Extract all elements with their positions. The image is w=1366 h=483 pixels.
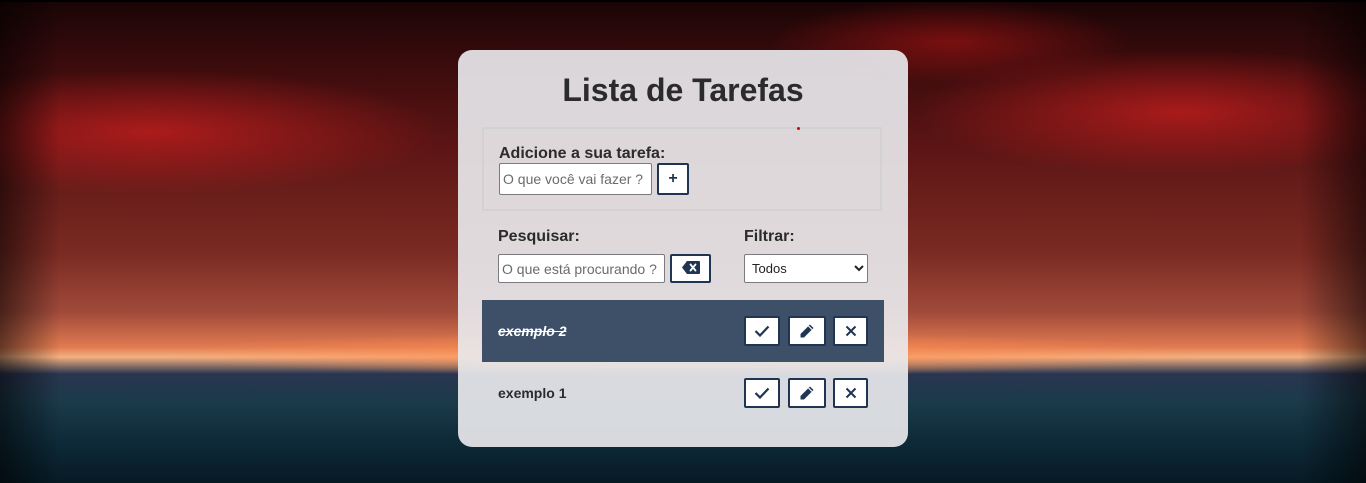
- add-todo-label: Adicione a sua tarefa:: [499, 145, 666, 162]
- finish-todo-button[interactable]: [744, 316, 780, 346]
- search-label: Pesquisar:: [498, 228, 580, 245]
- check-icon: [754, 387, 770, 399]
- todo-app-card: Lista de Tarefas Adicione a sua tarefa: …: [458, 50, 908, 447]
- close-icon: [845, 325, 857, 337]
- backspace-icon: [681, 260, 700, 277]
- check-icon: [754, 325, 770, 337]
- pencil-icon: [799, 323, 815, 339]
- todo-item: exemplo 1: [482, 362, 884, 424]
- edit-todo-button[interactable]: [788, 378, 826, 408]
- remove-todo-button[interactable]: [833, 316, 868, 346]
- pencil-icon: [799, 385, 815, 401]
- remove-todo-button[interactable]: [833, 378, 868, 408]
- todo-item: exemplo 2: [482, 300, 884, 362]
- filter-select[interactable]: Todos: [744, 254, 868, 283]
- filter-label: Filtrar:: [744, 228, 795, 245]
- add-todo-input[interactable]: [499, 163, 652, 195]
- edit-todo-button[interactable]: [788, 316, 826, 346]
- close-icon: [845, 387, 857, 399]
- red-dot: [797, 127, 800, 130]
- finish-todo-button[interactable]: [744, 378, 780, 408]
- clear-search-button[interactable]: [670, 254, 711, 283]
- page-title: Lista de Tarefas: [562, 72, 804, 108]
- add-todo-form: Adicione a sua tarefa: +: [482, 127, 882, 211]
- add-todo-button[interactable]: +: [657, 163, 689, 195]
- todo-text: exemplo 1: [498, 385, 567, 401]
- todo-text: exemplo 2: [498, 323, 567, 339]
- search-input[interactable]: [498, 254, 665, 283]
